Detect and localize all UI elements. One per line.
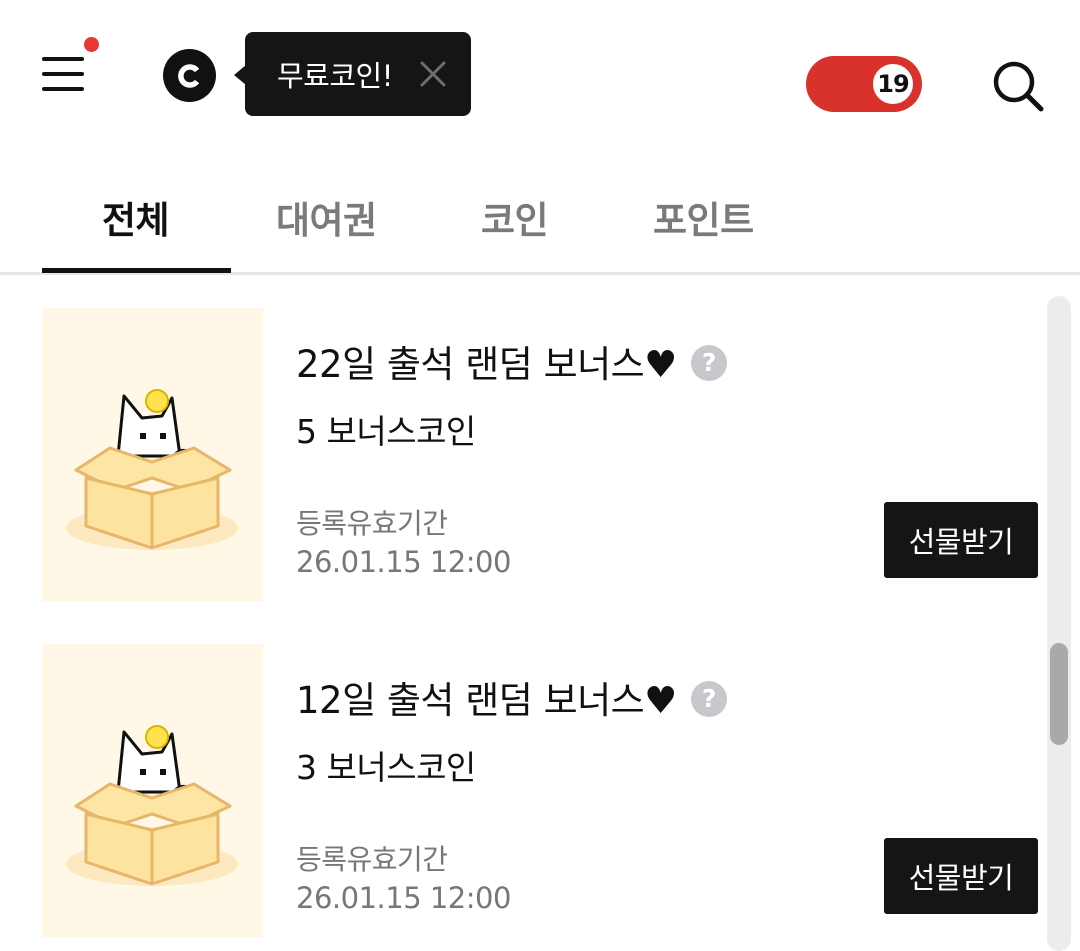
item-period-label: 등록유효기간 bbox=[296, 843, 448, 876]
menu-icon-bar bbox=[42, 72, 84, 76]
tab-rental-ticket[interactable]: 대여권 bbox=[276, 190, 377, 244]
cat-in-box-icon bbox=[66, 389, 238, 550]
item-title-text: 22일 출석 랜덤 보너스♥ bbox=[296, 343, 677, 386]
menu-icon bbox=[42, 57, 84, 61]
tooltip-arrow bbox=[234, 65, 246, 85]
item-title-text: 12일 출석 랜덤 보너스♥ bbox=[296, 679, 677, 722]
tab-all[interactable]: 전체 bbox=[102, 190, 170, 244]
item-title: 22일 출석 랜덤 보너스♥? bbox=[296, 334, 727, 388]
help-icon[interactable]: ? bbox=[690, 680, 727, 717]
search-icon bbox=[993, 61, 1044, 112]
item-period-date: 26.01.15 12:00 bbox=[296, 881, 511, 915]
close-icon bbox=[420, 61, 446, 87]
cat-in-box-icon bbox=[66, 725, 238, 886]
list-item: 12일 출석 랜덤 보너스♥? 3 보너스코인 등록유효기간 26.01.15 … bbox=[0, 644, 1045, 944]
item-amount: 5 보너스코인 bbox=[296, 412, 476, 451]
cat-box-image bbox=[42, 644, 263, 937]
list-item: 22일 출석 랜덤 보너스♥? 5 보너스코인 등록유효기간 26.01.15 … bbox=[0, 308, 1045, 608]
help-icon[interactable]: ? bbox=[690, 344, 727, 381]
app-header: 무료코인! 19 bbox=[0, 0, 1080, 150]
adult-badge-label: 19 bbox=[877, 70, 909, 98]
tooltip-text: 무료코인! bbox=[277, 59, 393, 93]
menu-icon-bar bbox=[42, 87, 84, 91]
free-coin-tooltip: 무료코인! bbox=[234, 32, 471, 116]
gift-receive-button[interactable]: 선물받기 bbox=[884, 838, 1038, 914]
adult-badge: 19 bbox=[868, 59, 918, 109]
tab-coin[interactable]: 코인 bbox=[481, 190, 549, 244]
notification-dot bbox=[84, 37, 99, 52]
tooltip-close-button[interactable] bbox=[419, 60, 447, 88]
category-tabs: 전체 대여권 코인 포인트 bbox=[0, 150, 1080, 275]
gift-list: 22일 출석 랜덤 보너스♥? 5 보너스코인 등록유효기간 26.01.15 … bbox=[0, 278, 1080, 951]
cat-box-image bbox=[42, 308, 263, 601]
search-button[interactable] bbox=[990, 58, 1046, 114]
adult-content-toggle[interactable]: 19 bbox=[806, 56, 922, 112]
item-amount: 3 보너스코인 bbox=[296, 748, 476, 787]
tab-point[interactable]: 포인트 bbox=[653, 190, 754, 244]
scrollbar-track[interactable] bbox=[1047, 296, 1071, 951]
item-period-date: 26.01.15 12:00 bbox=[296, 545, 511, 579]
item-period-label: 등록유효기간 bbox=[296, 507, 448, 540]
coin-logo-icon[interactable] bbox=[163, 49, 216, 102]
gift-receive-button[interactable]: 선물받기 bbox=[884, 502, 1038, 578]
menu-button[interactable] bbox=[40, 37, 99, 95]
scrollbar-thumb[interactable] bbox=[1050, 643, 1068, 745]
active-tab-indicator bbox=[42, 268, 231, 273]
item-title: 12일 출석 랜덤 보너스♥? bbox=[296, 670, 727, 724]
